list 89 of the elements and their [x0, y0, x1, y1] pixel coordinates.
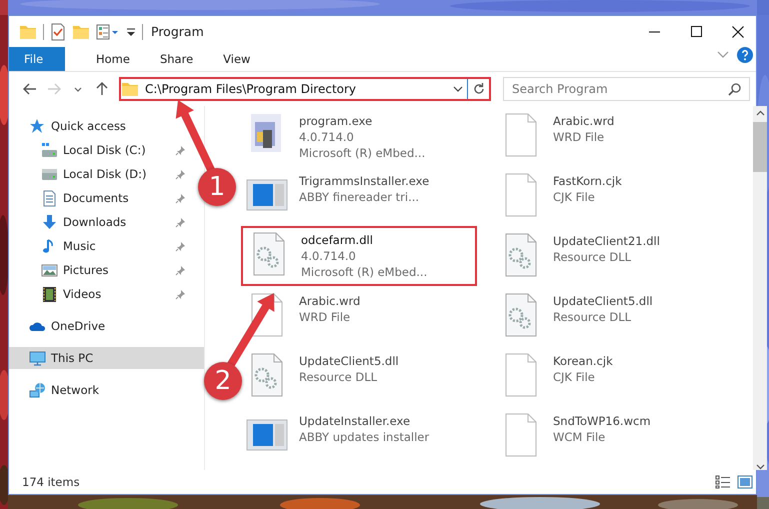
file-detail: CJK File: [553, 370, 596, 384]
file-item[interactable]: program.exe 4.0.714.0 Microsoft (R) eMbed...: [245, 106, 481, 162]
maximize-icon: [690, 26, 702, 37]
pin-icon: [175, 192, 186, 204]
forward-arrow-icon: [46, 81, 62, 97]
file-name: Korean.cjk: [553, 354, 613, 368]
file-item[interactable]: UpdateClient5.dll Resource DLL: [245, 346, 481, 402]
pin-icon: [175, 168, 186, 180]
search-field[interactable]: Search Program: [503, 77, 750, 101]
sidebar-item[interactable]: Local Disk (C:): [9, 139, 192, 161]
sidebar-item[interactable]: OneDrive: [9, 315, 110, 337]
customize-caret-icon[interactable]: [126, 26, 136, 38]
sidebar-item[interactable]: Pictures: [9, 259, 192, 281]
caret-icon: [74, 86, 82, 92]
file-name: UpdateClient21.dll: [553, 234, 660, 248]
sidebar-item[interactable]: Downloads: [9, 211, 192, 233]
minimize-icon: [648, 30, 660, 32]
file-item[interactable]: UpdateClient21.dll Resource DLL: [499, 226, 735, 282]
dropdown-caret-icon[interactable]: [453, 86, 463, 92]
folder-icon: [121, 80, 139, 98]
file-name: odcefarm.dll: [301, 233, 374, 247]
pin-icon: [175, 144, 186, 156]
file-name: Arabic.wrd: [553, 114, 614, 128]
ribbon-tab[interactable]: View: [209, 47, 264, 71]
sidebar-item[interactable]: Network: [9, 379, 104, 401]
sidebar-item[interactable]: Videos: [9, 283, 192, 305]
file-item[interactable]: odcefarm.dll 4.0.714.0 Microsoft (R) eMbed...: [241, 226, 477, 286]
expand-ribbon-icon[interactable]: [717, 51, 729, 59]
file-name: UpdateClient5.dll: [553, 294, 653, 308]
file-detail: ABBY updates installer: [299, 430, 430, 444]
file-detail: Microsoft (R) eMbed...: [301, 265, 428, 279]
file-detail: ABBY finereader tri...: [299, 190, 420, 204]
document-icon: [41, 190, 58, 206]
file-name: program.exe: [299, 114, 374, 128]
file-detail: CJK File: [553, 190, 596, 204]
file-item[interactable]: Arabic.wrd WRD File: [499, 106, 735, 162]
help-icon[interactable]: [737, 47, 753, 63]
star-icon: [29, 118, 46, 134]
pin-icon: [175, 264, 186, 276]
picture-icon: [41, 262, 58, 278]
pin-icon: [175, 288, 186, 300]
file-item[interactable]: UpdateClient5.dll Resource DLL: [499, 286, 735, 342]
item-count: 174 items: [22, 475, 80, 489]
file-item[interactable]: SndToWP16.wcm WCM File: [499, 406, 735, 462]
monitor-icon: [29, 350, 46, 366]
file-name: Arabic.wrd: [299, 294, 360, 308]
pin-icon: [175, 240, 186, 252]
large-icons-view-icon: [737, 475, 753, 489]
download-icon: [41, 214, 58, 230]
drive-icon: [41, 142, 58, 158]
file-name: UpdateInstaller.exe: [299, 414, 412, 428]
file-detail: WRD File: [553, 130, 606, 144]
sidebar-item[interactable]: This PC: [9, 347, 204, 369]
sidebar-item[interactable]: Local Disk (D:): [9, 163, 192, 185]
file-detail: WRD File: [299, 310, 352, 324]
file-name: FastKorn.cjk: [553, 174, 622, 188]
pin-icon: [175, 216, 186, 228]
refresh-icon: [472, 82, 486, 96]
file-name: TrigrammsInstaller.exe: [299, 174, 430, 188]
file-item[interactable]: UpdateInstaller.exe ABBY updates installer: [245, 406, 481, 462]
details-view-icon: [715, 475, 731, 489]
checklist-icon[interactable]: [50, 22, 66, 40]
film-icon: [41, 286, 58, 302]
close-icon: [732, 26, 744, 38]
sidebar-item[interactable]: Music: [9, 235, 192, 257]
file-item[interactable]: Korean.cjk CJK File: [499, 346, 735, 402]
search-icon[interactable]: [728, 83, 741, 96]
file-detail: 4.0.714.0: [301, 249, 357, 263]
sidebar-item[interactable]: Documents: [9, 187, 192, 209]
file-name: SndToWP16.wcm: [553, 414, 651, 428]
ribbon-tab[interactable]: Share: [146, 47, 208, 71]
file-menu-button[interactable]: File: [9, 47, 65, 71]
file-detail: WCM File: [553, 430, 606, 444]
file-item[interactable]: FastKorn.cjk CJK File: [499, 166, 735, 222]
back-arrow-icon: [22, 81, 38, 97]
sidebar-item[interactable]: Quick access: [9, 115, 130, 137]
properties-icon[interactable]: [96, 22, 120, 40]
address-bar[interactable]: C:\Program Files\Program Directory: [119, 77, 491, 101]
file-detail: 4.0.714.0: [299, 130, 355, 144]
network-icon: [29, 382, 46, 398]
window-title: Program: [151, 24, 204, 39]
file-detail: Resource DLL: [553, 310, 632, 324]
ribbon-tab[interactable]: Home: [82, 47, 144, 71]
file-detail: Resource DLL: [299, 370, 378, 384]
file-item[interactable]: TrigrammsInstaller.exe ABBY finereader tri...: [245, 166, 481, 222]
file-detail: Resource DLL: [553, 250, 632, 264]
file-name: UpdateClient5.dll: [299, 354, 399, 368]
file-detail: Microsoft (R) eMbed...: [299, 146, 426, 160]
up-arrow-icon: [94, 81, 110, 97]
